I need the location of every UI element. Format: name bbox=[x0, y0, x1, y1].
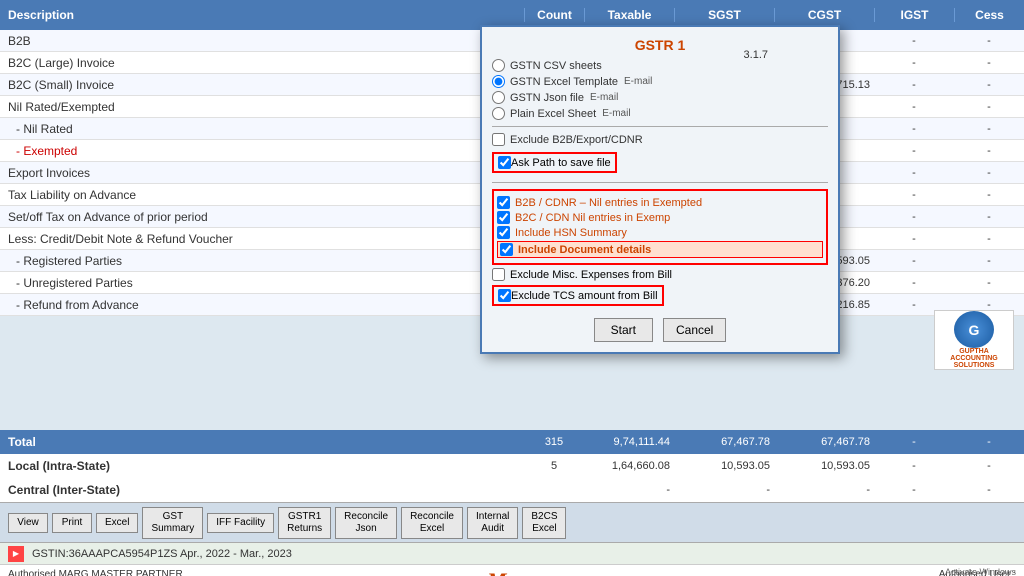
dialog-version: 3.1.7 bbox=[744, 49, 768, 61]
company-logo: G GUPTHA ACCOUNTING SOLUTIONS bbox=[934, 310, 1014, 370]
main-content: Description Count Taxable SGST CGST IGST… bbox=[0, 0, 1024, 430]
total-cgst: 67,467.78 bbox=[774, 436, 874, 448]
dialog-buttons: Start Cancel bbox=[492, 318, 828, 342]
cb-doc-label: Include Document details bbox=[518, 244, 651, 256]
total-row: Total 315 9,74,111.44 67,467.78 67,467.7… bbox=[0, 430, 1024, 454]
json-label: GSTN Json file bbox=[510, 92, 584, 104]
central-cgst: - bbox=[774, 484, 874, 496]
toolbar-btn-gstr1returns[interactable]: GSTR1 Returns bbox=[278, 507, 331, 539]
csv-label: GSTN CSV sheets bbox=[510, 60, 602, 72]
total-count: 315 bbox=[524, 436, 584, 448]
total-cess: - bbox=[954, 436, 1024, 448]
cancel-button[interactable]: Cancel bbox=[663, 318, 726, 342]
cb-b2c-cdn-label: B2C / CDN Nil entries in Exemp bbox=[515, 212, 670, 224]
local-label: Local (Intra-State) bbox=[0, 459, 524, 473]
central-sgst: - bbox=[674, 484, 774, 496]
toolbar-btn-b2csexcel[interactable]: B2CS Excel bbox=[522, 507, 566, 539]
local-sgst: 10,593.05 bbox=[674, 460, 774, 472]
json-email-label: E-mail bbox=[590, 92, 618, 103]
toolbar-btn-ifffacility[interactable]: IFF Facility bbox=[207, 513, 274, 533]
logo-circle: G bbox=[954, 311, 994, 348]
cb-misc-expenses[interactable]: Exclude Misc. Expenses from Bill bbox=[492, 268, 828, 281]
gstin-info: GSTIN:36AAAPCA5954P1ZS Apr., 2022 - Mar.… bbox=[32, 548, 292, 560]
play-button[interactable]: ▶ bbox=[8, 546, 24, 562]
plain-excel-label: Plain Excel Sheet bbox=[510, 108, 596, 120]
toolbar-btn-view[interactable]: View bbox=[8, 513, 48, 533]
footer-left: Authorised MARG MASTER PARTNER GUPTHA BU… bbox=[8, 569, 487, 576]
central-label: Central (Inter-State) bbox=[0, 483, 524, 497]
toolbar-btn-reconcileexcel[interactable]: Reconcile Excel bbox=[401, 507, 463, 539]
option-excel-template[interactable]: GSTN Excel Template E-mail bbox=[492, 75, 828, 88]
logo-name: GUPTHA ACCOUNTING SOLUTIONS bbox=[935, 348, 1013, 369]
local-igst: - bbox=[874, 460, 954, 472]
local-taxable: 1,64,660.08 bbox=[584, 460, 674, 472]
cb-hsn-summary[interactable]: Include HSN Summary bbox=[497, 226, 823, 239]
ask-path-label: Ask Path to save file bbox=[511, 157, 611, 169]
status-bar: ▶ GSTIN:36AAAPCA5954P1ZS Apr., 2022 - Ma… bbox=[0, 542, 1024, 564]
dialog-overlay: GSTR 1 3.1.7 GSTN CSV sheets GSTN Excel … bbox=[0, 0, 1024, 430]
partner-label: Authorised MARG MASTER PARTNER bbox=[8, 569, 487, 576]
toolbar-btn-internalaudit[interactable]: Internal Audit bbox=[467, 507, 518, 539]
total-igst: - bbox=[874, 436, 954, 448]
central-row: Central (Inter-State) - - - - - bbox=[0, 478, 1024, 502]
toolbar-btn-gstsummary[interactable]: GST Summary bbox=[142, 507, 203, 539]
cb-doc-details[interactable]: Include Document details bbox=[497, 241, 823, 258]
toolbar-btn-print[interactable]: Print bbox=[52, 513, 92, 533]
marg-logo: Marg bbox=[487, 568, 537, 576]
export-options: GSTN CSV sheets GSTN Excel Template E-ma… bbox=[492, 59, 828, 120]
cb-tcs-row[interactable]: Exclude TCS amount from Bill bbox=[492, 285, 664, 306]
central-cess: - bbox=[954, 484, 1024, 496]
option-json[interactable]: GSTN Json file E-mail bbox=[492, 91, 828, 104]
ask-path-row[interactable]: Ask Path to save file bbox=[492, 152, 617, 173]
exclude-b2b-row[interactable]: Exclude B2B/Export/CDNR bbox=[492, 133, 828, 146]
cb-b2b-cdnr[interactable]: B2B / CDNR – Nil entries in Exempted bbox=[497, 196, 823, 209]
excel-template-label: GSTN Excel Template bbox=[510, 76, 618, 88]
toolbar-btn-reconcilejson[interactable]: Reconcile Json bbox=[335, 507, 397, 539]
local-cess: - bbox=[954, 460, 1024, 472]
footer-info: Authorised MARG MASTER PARTNER GUPTHA BU… bbox=[0, 564, 1024, 576]
cb-hsn-label: Include HSN Summary bbox=[515, 227, 627, 239]
gstr1-dialog: GSTR 1 3.1.7 GSTN CSV sheets GSTN Excel … bbox=[480, 25, 840, 354]
option-csv[interactable]: GSTN CSV sheets bbox=[492, 59, 828, 72]
windows-notice: Activate Windows Go to Settings to activ… bbox=[874, 567, 1016, 576]
exclude-b2b-label: Exclude B2B/Export/CDNR bbox=[510, 134, 643, 146]
toolbar-btn-excel[interactable]: Excel bbox=[96, 513, 138, 533]
cb-b2c-cdn[interactable]: B2C / CDN Nil entries in Exemp bbox=[497, 211, 823, 224]
plain-email-label: E-mail bbox=[602, 108, 630, 119]
total-label: Total bbox=[0, 435, 524, 449]
total-sgst: 67,467.78 bbox=[674, 436, 774, 448]
central-taxable: - bbox=[584, 484, 674, 496]
local-cgst: 10,593.05 bbox=[774, 460, 874, 472]
option-plain-excel[interactable]: Plain Excel Sheet E-mail bbox=[492, 107, 828, 120]
central-igst: - bbox=[874, 484, 954, 496]
footer-center: Marg bbox=[487, 568, 537, 576]
start-button[interactable]: Start bbox=[594, 318, 653, 342]
cb-misc-label: Exclude Misc. Expenses from Bill bbox=[510, 269, 672, 281]
cb-tcs-label: Exclude TCS amount from Bill bbox=[511, 290, 658, 302]
total-taxable: 9,74,111.44 bbox=[584, 436, 674, 448]
cb-b2b-cdnr-label: B2B / CDNR – Nil entries in Exempted bbox=[515, 197, 702, 209]
totals-section: Total 315 9,74,111.44 67,467.78 67,467.7… bbox=[0, 430, 1024, 502]
local-count: 5 bbox=[524, 460, 584, 472]
dialog-title: GSTR 1 bbox=[492, 37, 828, 53]
local-row: Local (Intra-State) 5 1,64,660.08 10,593… bbox=[0, 454, 1024, 478]
bottom-toolbar: ViewPrintExcelGST SummaryIFF FacilityGST… bbox=[0, 502, 1024, 542]
excel-email-label: E-mail bbox=[624, 76, 652, 87]
highlighted-checkboxes-group: B2B / CDNR – Nil entries in Exempted B2C… bbox=[492, 189, 828, 265]
